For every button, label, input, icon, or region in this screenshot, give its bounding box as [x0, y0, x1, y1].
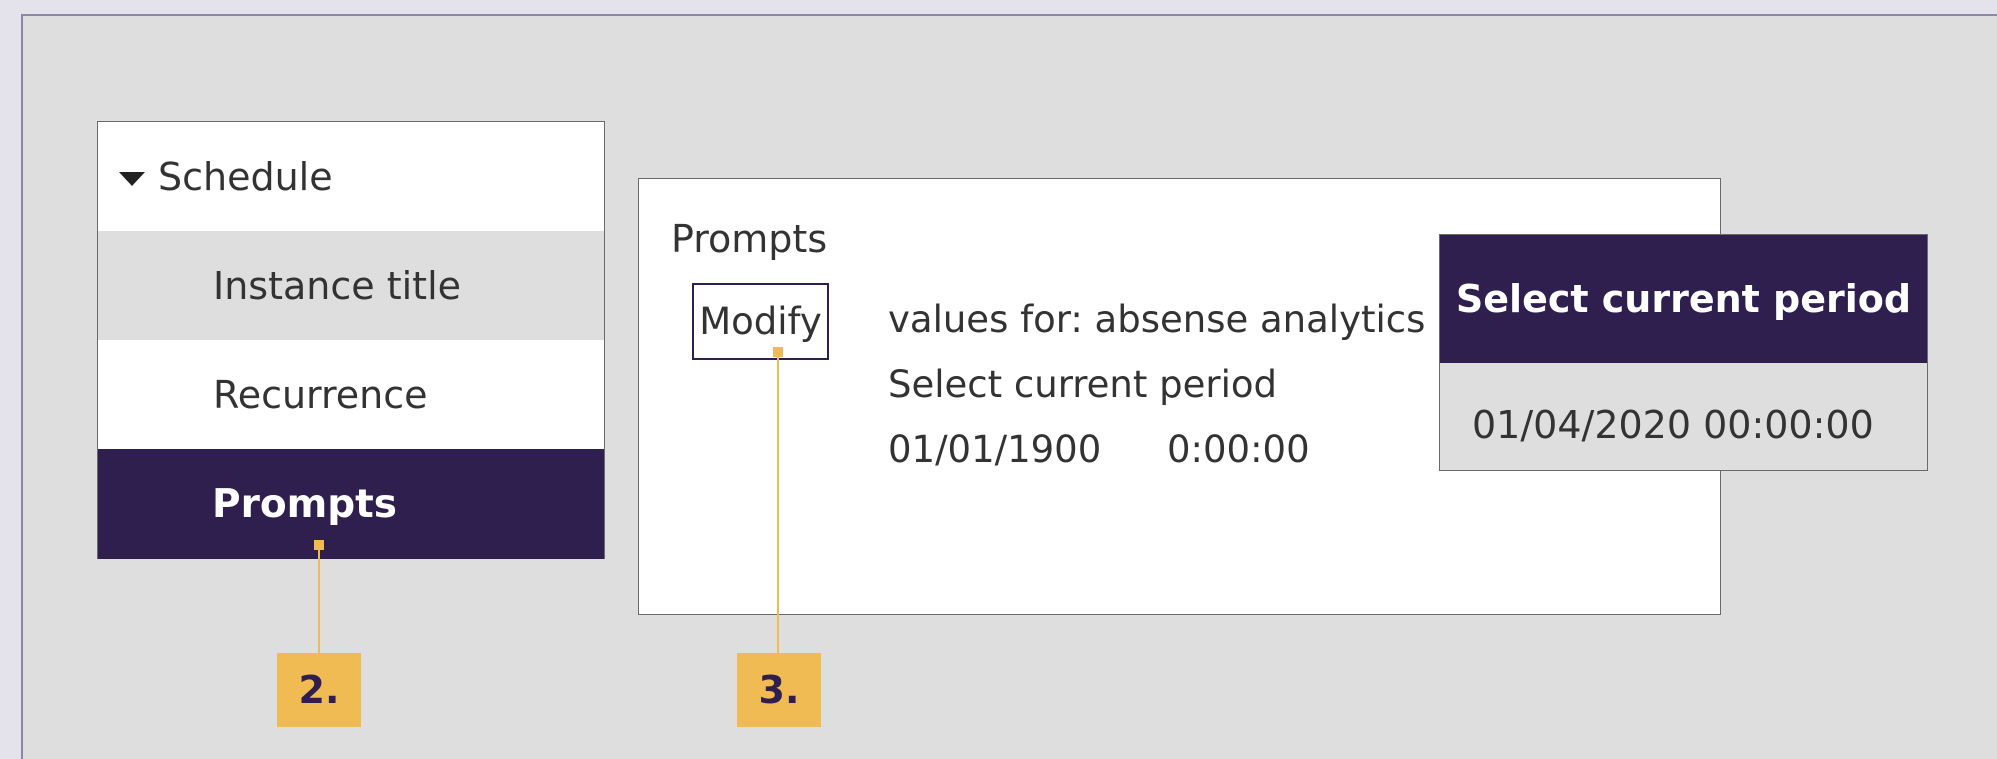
date-value: 01/01/1900 — [888, 428, 1102, 471]
sidebar-item-recurrence[interactable]: Recurrence — [98, 340, 604, 449]
callout-3-badge: 3. — [737, 653, 821, 727]
sidebar-item-label: Recurrence — [213, 372, 428, 417]
popup-title: Select current period — [1440, 235, 1927, 363]
select-period-popup: Select current period 01/04/2020 00:00:0… — [1439, 234, 1928, 471]
sidebar-item-label: Instance title — [213, 263, 462, 308]
caret-down-icon — [119, 172, 145, 186]
sidebar-panel: Schedule Instance title Recurrence Promp… — [97, 121, 605, 559]
prompt-label: Select current period — [888, 363, 1278, 406]
callout-2-badge: 2. — [277, 653, 361, 727]
callout-3-line — [777, 352, 779, 654]
sidebar-item-label: Prompts — [212, 481, 398, 527]
sidebar-item-prompts[interactable]: Prompts — [98, 449, 604, 559]
time-value: 0:00:00 — [1167, 428, 1310, 471]
modify-button[interactable]: Modify — [692, 283, 829, 360]
callout-2-line — [318, 545, 320, 654]
values-for-text: values for: absense analytics — [888, 298, 1426, 341]
sidebar-section-label: Schedule — [158, 154, 333, 199]
panel-title: Prompts — [671, 217, 828, 261]
sidebar-item-instance-title[interactable]: Instance title — [98, 231, 604, 340]
popup-value[interactable]: 01/04/2020 00:00:00 — [1472, 403, 1874, 447]
sidebar-section-schedule[interactable]: Schedule — [98, 122, 604, 231]
